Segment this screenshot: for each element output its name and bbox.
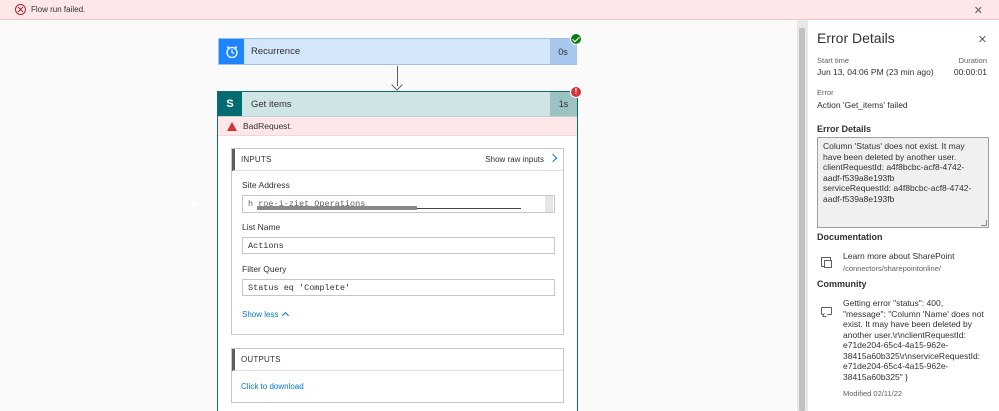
sharepoint-icon: S (218, 92, 242, 116)
success-check-icon (570, 33, 582, 45)
error-details-heading: Error Details (817, 124, 872, 134)
duration-value: 00:00:01 (953, 67, 987, 77)
outputs-title: OUTPUTS (241, 355, 281, 364)
start-time-label: Start time (817, 56, 850, 65)
list-name-field[interactable]: Actions (242, 237, 555, 254)
community-post-link[interactable]: Getting error "status": 400, "message": … (843, 298, 988, 382)
get-items-label: Get items (251, 98, 292, 110)
error-badge-icon: ! (570, 86, 582, 98)
filter-query-field[interactable]: Status eq 'Complete' (242, 279, 555, 296)
get-items-card: S Get items 1s BadRequest. INPUTS Show r… (217, 91, 578, 411)
site-address-field[interactable]: h roe-i-ziet Operations (242, 195, 555, 213)
get-items-header[interactable]: S Get items 1s (218, 92, 577, 117)
close-icon[interactable]: ✕ (974, 4, 983, 17)
error-circle-icon (15, 4, 26, 15)
inputs-header: INPUTS Show raw inputs (232, 149, 563, 171)
banner-message: Flow run failed. (31, 5, 86, 14)
panel-close-icon[interactable]: ✕ (978, 33, 987, 46)
inputs-section: INPUTS Show raw inputs Site Address h ro… (231, 148, 564, 335)
list-name-label: List Name (242, 222, 281, 232)
alarm-clock-icon (219, 39, 244, 64)
documentation-path: /connectors/sharepointonline/ (843, 264, 941, 273)
community-modified: Modified 02/11/22 (843, 389, 903, 398)
outputs-section: OUTPUTS Click to download (231, 348, 564, 403)
click-to-download-link[interactable]: Click to download (241, 382, 304, 391)
redaction-bar (257, 206, 417, 210)
outputs-header: OUTPUTS (232, 349, 563, 371)
filter-query-label: Filter Query (242, 264, 287, 274)
error-code: BadRequest. (243, 121, 293, 131)
resize-grip-icon[interactable] (981, 220, 987, 226)
show-raw-inputs-link[interactable]: Show raw inputs (485, 155, 544, 164)
chat-bubble-icon (821, 307, 832, 315)
chevron-up-icon (282, 311, 290, 320)
canvas-scrollbar[interactable] (797, 20, 807, 411)
canvas-dot (191, 201, 196, 206)
error-value: Action 'Get_items' failed (817, 100, 908, 110)
chevron-right-icon[interactable] (548, 153, 558, 163)
scroll-spinner[interactable] (545, 196, 553, 212)
community-heading: Community (817, 279, 867, 289)
panel-title: Error Details (817, 30, 895, 46)
scrollbar-thumb[interactable] (799, 28, 805, 411)
recurrence-label: Recurrence (251, 46, 301, 57)
start-time-value: Jun 13, 04:06 PM (23 min ago) (817, 67, 934, 77)
error-label: Error (817, 88, 834, 97)
flow-run-failed-banner: Flow run failed. ✕ (0, 0, 999, 20)
duration-label: Duration (958, 56, 987, 65)
documentation-heading: Documentation (817, 232, 883, 242)
warning-icon (227, 121, 237, 131)
document-icon (821, 257, 832, 268)
site-address-label: Site Address (242, 180, 290, 190)
recurrence-card[interactable]: Recurrence 0s (218, 38, 577, 65)
scroll-track (417, 208, 521, 209)
show-less-link[interactable]: Show less (242, 310, 290, 320)
error-details-textarea[interactable]: Column 'Status' does not exist. It may h… (817, 137, 989, 228)
inputs-title: INPUTS (241, 155, 272, 164)
documentation-link[interactable]: Learn more about SharePoint (843, 251, 955, 262)
error-code-bar: BadRequest. (218, 117, 577, 136)
error-details-panel: Error Details ✕ Start time Duration Jun … (807, 20, 999, 411)
